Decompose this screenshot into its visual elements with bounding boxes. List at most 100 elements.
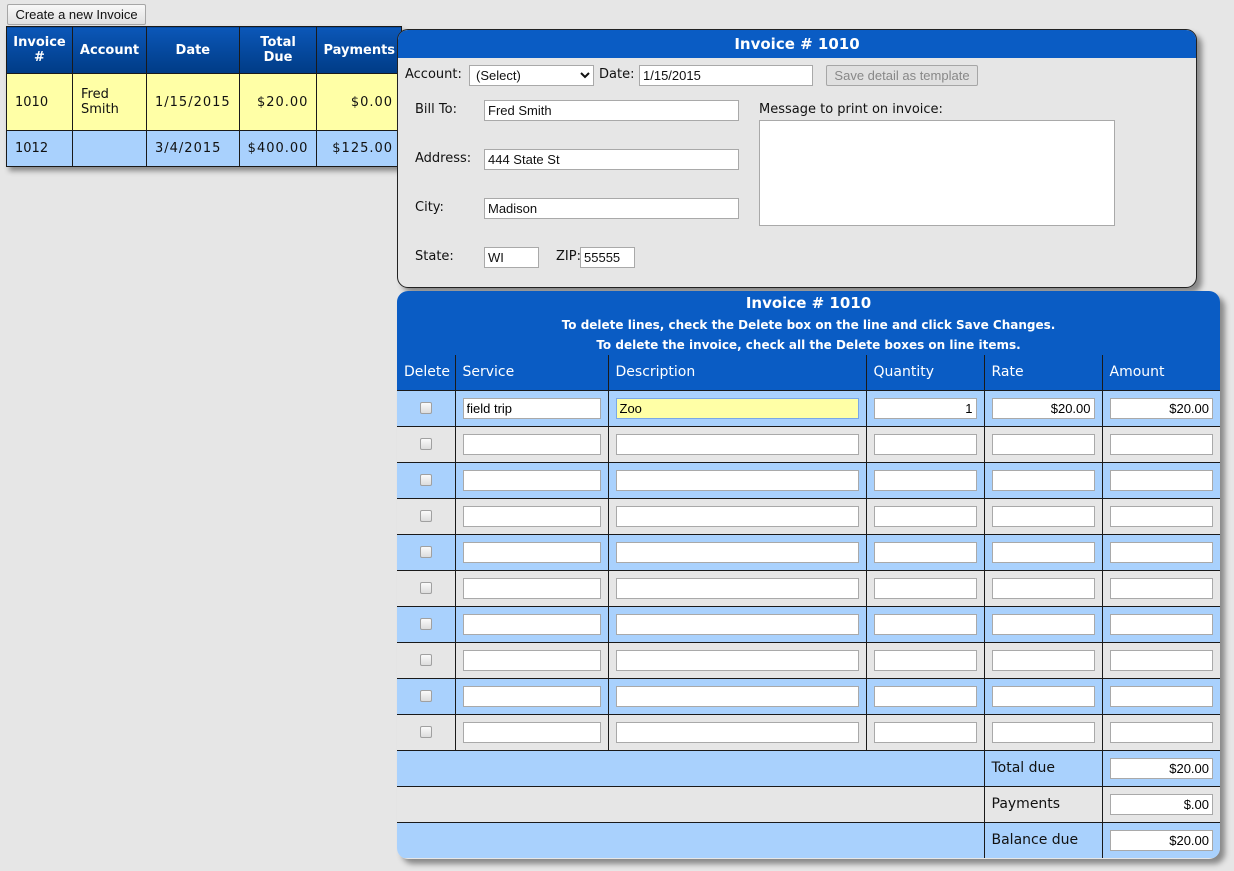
state-input[interactable] [484,247,539,268]
zip-input[interactable] [580,247,635,268]
rate-input[interactable] [991,541,1095,563]
service-input[interactable] [462,685,601,707]
quantity-input[interactable] [873,469,977,491]
amount-input[interactable] [1109,721,1213,743]
delete-checkbox[interactable] [419,582,432,594]
quantity-input[interactable] [873,721,977,743]
description-input[interactable] [615,685,859,707]
amount-input[interactable] [1109,613,1213,635]
description-input[interactable] [615,577,859,599]
delete-checkbox[interactable] [419,726,432,738]
col-total-due[interactable]: Total Due [238,26,318,74]
invoice-number[interactable]: 1010 [6,73,73,131]
service-input[interactable] [462,469,601,491]
invoice-row[interactable]: 1010 Fred Smith 1/15/2015 $20.00 $0.00 [6,73,403,131]
quantity-input[interactable] [873,397,977,419]
payments-input[interactable] [1109,793,1213,815]
message-label: Message to print on invoice: [759,102,943,117]
service-cell [454,605,608,642]
amount-input[interactable] [1109,649,1213,671]
line-item-row [397,641,1220,678]
col-account[interactable]: Account [72,26,147,74]
amount-input[interactable] [1109,577,1213,599]
quantity-input[interactable] [873,577,977,599]
delete-checkbox[interactable] [419,654,432,666]
description-input[interactable] [615,397,859,419]
quantity-input[interactable] [873,685,977,707]
city-input[interactable] [484,198,739,219]
amount-input[interactable] [1109,541,1213,563]
date-input[interactable] [639,65,813,86]
account-select[interactable]: (Select) [469,65,594,86]
amount-cell [1101,677,1220,714]
col-amount: Amount [1101,355,1220,390]
description-input[interactable] [615,541,859,563]
quantity-input[interactable] [873,613,977,635]
amount-input[interactable] [1109,505,1213,527]
amount-input[interactable] [1109,397,1213,419]
save-template-button[interactable]: Save detail as template [826,65,978,86]
description-input[interactable] [615,649,859,671]
service-input[interactable] [462,541,601,563]
rate-input[interactable] [991,685,1095,707]
service-cell [454,533,608,570]
service-input[interactable] [462,649,601,671]
amount-cell [1101,533,1220,570]
col-payments[interactable]: Payments [316,26,403,74]
service-input[interactable] [462,505,601,527]
delete-checkbox[interactable] [419,546,432,558]
quantity-input[interactable] [873,649,977,671]
rate-input[interactable] [991,613,1095,635]
delete-checkbox[interactable] [419,618,432,630]
header-panel-title: Invoice # 1010 [398,30,1196,58]
description-cell [607,605,866,642]
address-input[interactable] [484,149,739,170]
col-service: Service [454,355,608,390]
service-input[interactable] [462,433,601,455]
description-input[interactable] [615,613,859,635]
description-input[interactable] [615,721,859,743]
invoice-payments: $125.00 [316,130,403,167]
description-input[interactable] [615,469,859,491]
rate-input[interactable] [991,433,1095,455]
invoice-row[interactable]: 1012 3/4/2015 $400.00 $125.00 [6,130,403,167]
line-item-row [397,533,1220,570]
invoice-number[interactable]: 1012 [6,130,73,167]
amount-input[interactable] [1109,433,1213,455]
service-input[interactable] [462,577,601,599]
total-due-input[interactable] [1109,757,1213,779]
rate-input[interactable] [991,505,1095,527]
quantity-cell [865,569,984,606]
service-input[interactable] [462,721,601,743]
col-date[interactable]: Date [146,26,240,74]
delete-checkbox[interactable] [419,474,432,486]
create-invoice-button[interactable]: Create a new Invoice [7,4,146,25]
delete-lines-note: To delete lines, check the Delete box on… [561,318,1056,332]
col-invoice-number[interactable]: Invoice # [6,26,73,74]
service-input[interactable] [462,613,601,635]
description-input[interactable] [615,433,859,455]
invoice-list-table: Invoice # Account Date Total Due Payment… [6,26,403,167]
rate-input[interactable] [991,721,1095,743]
quantity-input[interactable] [873,433,977,455]
rate-input[interactable] [991,397,1095,419]
bill-to-input[interactable] [484,100,739,121]
delete-checkbox[interactable] [419,402,432,414]
quantity-input[interactable] [873,541,977,563]
amount-input[interactable] [1109,469,1213,491]
message-textarea[interactable] [759,120,1115,226]
rate-input[interactable] [991,577,1095,599]
quantity-input[interactable] [873,505,977,527]
rate-input[interactable] [991,469,1095,491]
amount-input[interactable] [1109,685,1213,707]
amount-cell [1101,641,1220,678]
delete-checkbox[interactable] [419,690,432,702]
description-input[interactable] [615,505,859,527]
balance-due-input[interactable] [1109,829,1213,851]
payments-row: Payments [397,785,1220,822]
delete-checkbox[interactable] [419,438,432,450]
bill-to-label: Bill To: [415,102,457,117]
delete-checkbox[interactable] [419,510,432,522]
service-input[interactable] [462,397,601,419]
rate-input[interactable] [991,649,1095,671]
